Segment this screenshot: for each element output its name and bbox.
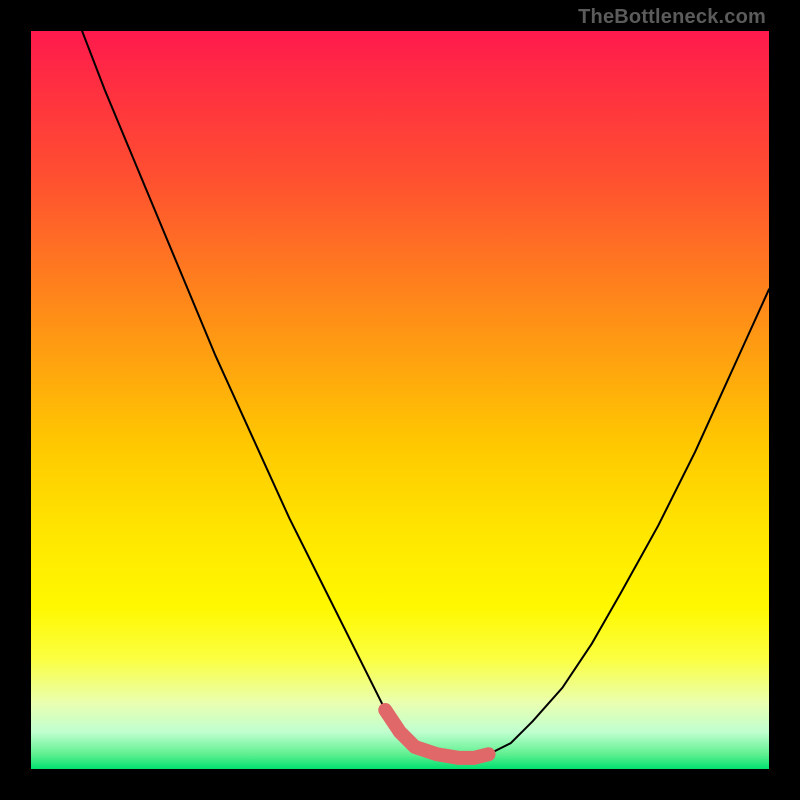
chart-frame: TheBottleneck.com [0,0,800,800]
optimal-zone-overlay [385,710,488,758]
chart-svg [31,31,769,769]
plot-area [31,31,769,769]
bottleneck-curve [31,31,769,758]
watermark-text: TheBottleneck.com [578,6,766,29]
